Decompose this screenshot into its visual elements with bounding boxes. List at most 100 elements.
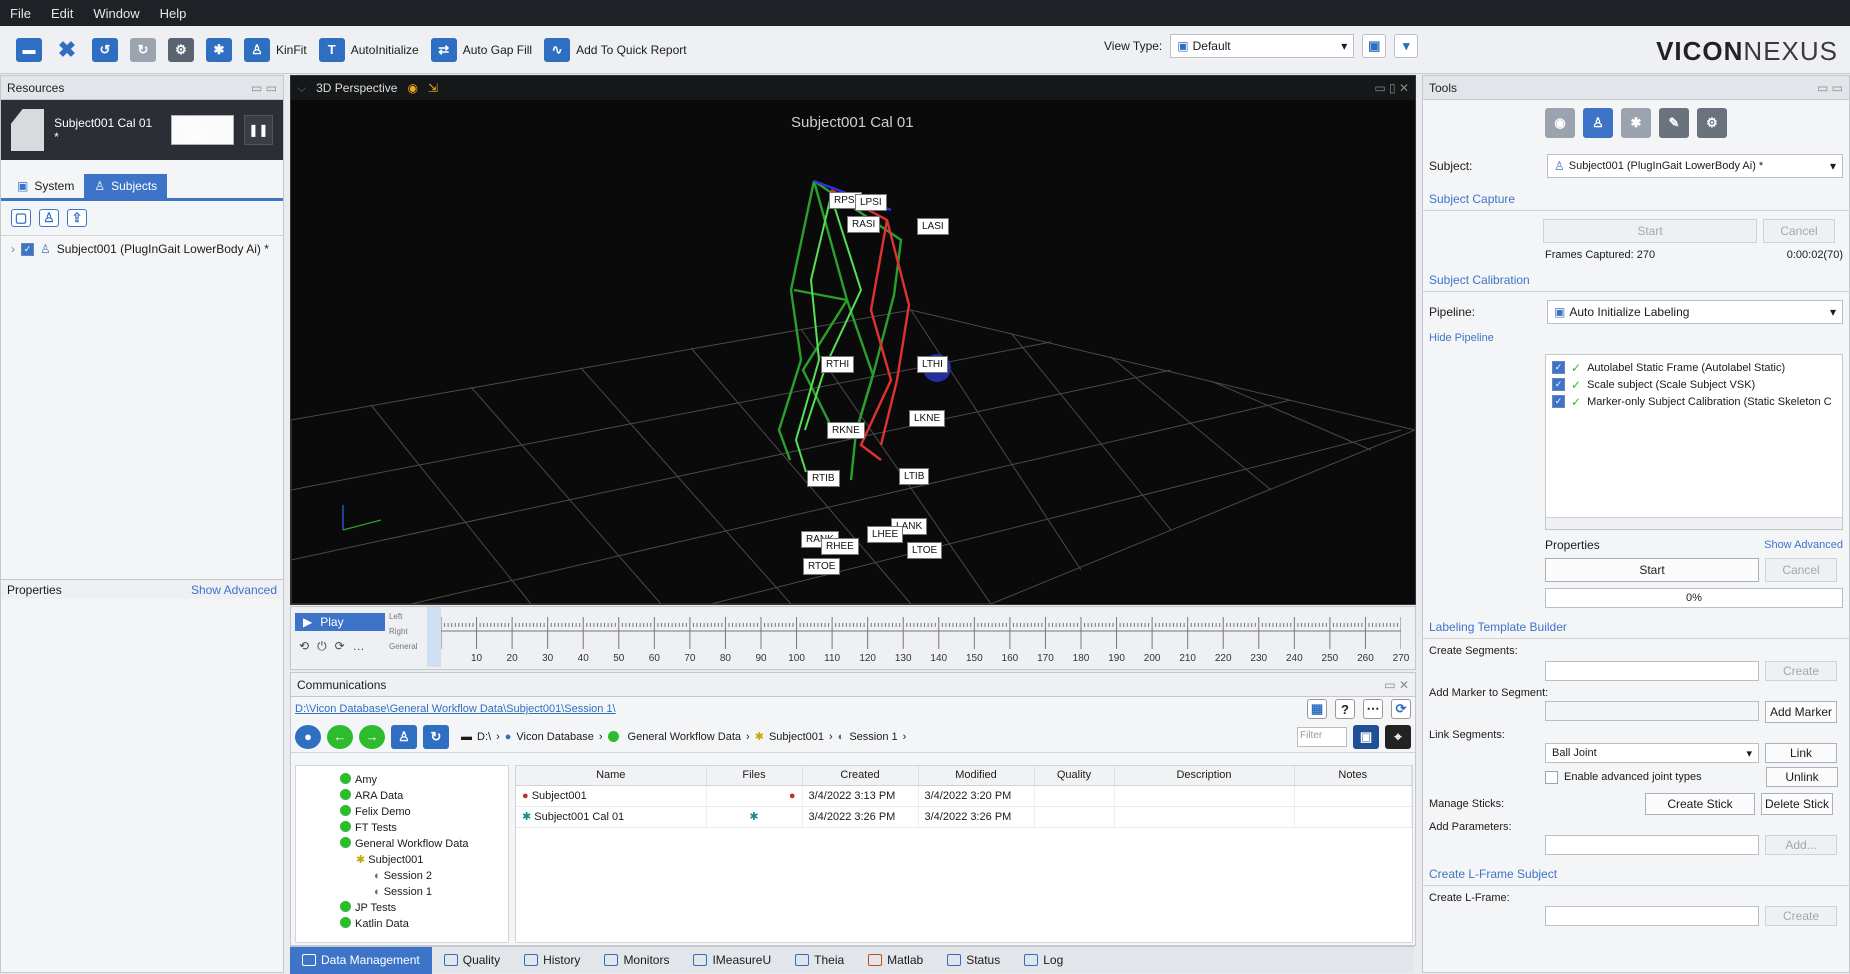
timeline-ruler[interactable] bbox=[441, 609, 1401, 653]
gear-icon[interactable]: ⚙ bbox=[1697, 108, 1727, 138]
filter-input[interactable]: Filter bbox=[1297, 726, 1347, 747]
refresh-icon[interactable]: ⟳ bbox=[335, 639, 345, 654]
view-menu-button[interactable]: ▾ bbox=[1394, 34, 1419, 58]
label-tool-icon[interactable]: ✱ bbox=[1621, 108, 1651, 138]
go-live-button[interactable]: Go Live bbox=[171, 115, 234, 145]
marker-label-lthi[interactable]: LTHI bbox=[917, 356, 948, 373]
tree-item[interactable]: ✱ Subject001 bbox=[340, 852, 508, 868]
tab-matlab[interactable]: Matlab bbox=[856, 947, 935, 974]
subject-template-button[interactable]: ♙ bbox=[39, 209, 59, 227]
fit-view-icon[interactable]: ⇲ bbox=[428, 81, 438, 95]
tab-system[interactable]: ▣ System bbox=[7, 174, 84, 198]
ops-button-1[interactable]: ⚙ bbox=[162, 34, 200, 66]
autoinitialize-button[interactable]: T AutoInitialize bbox=[313, 34, 425, 66]
pipeline-tool-icon[interactable]: ✎ bbox=[1659, 108, 1689, 138]
tree-item[interactable]: FT Tests bbox=[340, 820, 508, 836]
tree-item[interactable]: Katlin Data bbox=[340, 916, 508, 932]
marker-label-lhee[interactable]: LHEE bbox=[867, 526, 904, 543]
marker-segment-input[interactable] bbox=[1545, 701, 1759, 721]
calendar-icon[interactable]: ▦ bbox=[1307, 699, 1327, 719]
delete-stick-button[interactable]: Delete Stick bbox=[1761, 793, 1833, 815]
tab-subjects[interactable]: ♙ Subjects bbox=[84, 174, 168, 198]
capture-cancel-button[interactable]: Cancel bbox=[1763, 219, 1835, 243]
window-buttons[interactable]: ▭ ✕ bbox=[1384, 678, 1409, 692]
col-created[interactable]: Created bbox=[802, 766, 919, 786]
menu-help[interactable]: Help bbox=[160, 6, 187, 21]
col-modified[interactable]: Modified bbox=[918, 766, 1035, 786]
refresh-view-icon[interactable]: ⟳ bbox=[1391, 699, 1411, 719]
binoculars-icon[interactable]: ⌖ bbox=[1385, 724, 1411, 749]
tab-history[interactable]: History bbox=[512, 947, 592, 974]
undo-button[interactable]: ↺ bbox=[86, 34, 124, 66]
tab-theia[interactable]: Theia bbox=[783, 947, 856, 974]
menu-file[interactable]: File bbox=[10, 6, 31, 21]
reload-icon[interactable]: ↻ bbox=[423, 724, 449, 749]
pipeline-select[interactable]: ▣ Auto Initialize Labeling ▾ bbox=[1547, 300, 1843, 324]
tab-imeasureu[interactable]: IMeasureU bbox=[681, 947, 783, 974]
marker-label-rtib[interactable]: RTIB bbox=[807, 470, 840, 487]
capture-start-button[interactable]: Start bbox=[1543, 219, 1757, 243]
marker-label-ltoe[interactable]: LTOE bbox=[907, 542, 943, 559]
subject-capture-section[interactable]: Subject Capture bbox=[1423, 186, 1849, 211]
pipeline-checkbox[interactable]: ✓ bbox=[1552, 395, 1565, 408]
tree-item[interactable]: ARA Data bbox=[340, 788, 508, 804]
3d-scene[interactable] bbox=[291, 100, 1415, 604]
pipeline-checkbox[interactable]: ✓ bbox=[1552, 378, 1565, 391]
hide-pipeline-link[interactable]: Hide Pipeline bbox=[1423, 332, 1849, 344]
tree-item[interactable]: General Workflow Data bbox=[340, 836, 508, 852]
col-notes[interactable]: Notes bbox=[1294, 766, 1412, 786]
auto-gap-fill-button[interactable]: ⇄ Auto Gap Fill bbox=[425, 34, 538, 66]
pipeline-item[interactable]: ✓ ✓ Autolabel Static Frame (Autolabel Stat… bbox=[1552, 359, 1836, 376]
tree-item[interactable]: ◐ Session 2 bbox=[340, 868, 508, 884]
kinfit-button[interactable]: ♙ KinFit bbox=[238, 34, 313, 66]
add-parameter-button[interactable]: Add... bbox=[1765, 835, 1837, 855]
marker-label-rasi[interactable]: RASI bbox=[847, 216, 881, 233]
col-name[interactable]: Name bbox=[516, 766, 707, 786]
create-lframe-button[interactable]: Create bbox=[1765, 906, 1837, 926]
power-icon[interactable]: ⏻ bbox=[317, 639, 327, 654]
save-view-button[interactable]: ▣ bbox=[1362, 34, 1387, 58]
marker-label-lkne[interactable]: LKNE bbox=[909, 410, 946, 427]
crumb-project[interactable]: General Workflow Data bbox=[628, 731, 742, 743]
pin-icon[interactable]: ▭ ▭ bbox=[251, 81, 277, 95]
help-icon[interactable]: ? bbox=[1335, 699, 1355, 719]
segment-name-input[interactable] bbox=[1545, 661, 1759, 681]
pause-button[interactable]: ❚❚ bbox=[243, 115, 273, 145]
col-description[interactable]: Description bbox=[1114, 766, 1295, 786]
view-toggle-icon[interactable]: ▣ bbox=[1353, 724, 1379, 749]
expand-icon[interactable]: › bbox=[11, 242, 15, 256]
pin-icon[interactable]: ▭ ▭ bbox=[1817, 81, 1843, 95]
play-button[interactable]: ▶ Play bbox=[295, 613, 385, 631]
calib-start-button[interactable]: Start bbox=[1545, 558, 1759, 582]
crumb-drive[interactable]: D:\ bbox=[477, 731, 491, 743]
new-subject-button[interactable]: ▢ bbox=[11, 209, 31, 227]
parameter-input[interactable] bbox=[1545, 835, 1759, 855]
camera-icon[interactable]: ◉ bbox=[407, 81, 417, 95]
col-files[interactable]: Files bbox=[706, 766, 803, 786]
tab-data-management[interactable]: Data Management bbox=[290, 946, 432, 974]
session-path-link[interactable]: D:\Vicon Database\General Workflow Data\… bbox=[295, 703, 616, 715]
show-advanced-link[interactable]: Show Advanced bbox=[191, 583, 277, 597]
redo-button[interactable]: ↻ bbox=[124, 34, 162, 66]
back-icon[interactable]: ← bbox=[327, 724, 353, 749]
tree-item[interactable]: Felix Demo bbox=[340, 804, 508, 820]
table-row[interactable]: ● Subject001 ● 3/4/2022 3:13 PM 3/4/2022… bbox=[516, 785, 1412, 807]
forward-icon[interactable]: → bbox=[359, 724, 385, 749]
joint-type-select[interactable]: Ball Joint ▾ bbox=[1545, 743, 1759, 763]
tree-item[interactable]: Amy bbox=[340, 772, 508, 788]
marker-label-rthi[interactable]: RTHI bbox=[821, 356, 855, 373]
close-trial-button[interactable]: ✖ bbox=[48, 34, 86, 66]
unlink-button[interactable]: Unlink bbox=[1766, 767, 1838, 787]
subject-tree-item[interactable]: › ✓ ♙ Subject001 (PlugInGait LowerBody A… bbox=[1, 236, 283, 262]
marker-label-rtoe[interactable]: RTOE bbox=[803, 558, 841, 575]
marker-label-lpsi[interactable]: LPSI bbox=[855, 194, 887, 211]
chevron-down-icon[interactable]: ⌵ bbox=[297, 81, 306, 96]
marker-label-rkne[interactable]: RKNE bbox=[827, 422, 865, 439]
view-type-select[interactable]: ▣ Default ▾ bbox=[1170, 34, 1355, 58]
save-button[interactable]: ▬ bbox=[10, 34, 48, 66]
lframe-input[interactable] bbox=[1545, 906, 1759, 926]
pipeline-checkbox[interactable]: ✓ bbox=[1552, 361, 1565, 374]
calib-cancel-button[interactable]: Cancel bbox=[1765, 558, 1837, 582]
create-stick-button[interactable]: Create Stick bbox=[1645, 793, 1755, 815]
marker-label-rhee[interactable]: RHEE bbox=[821, 538, 859, 555]
